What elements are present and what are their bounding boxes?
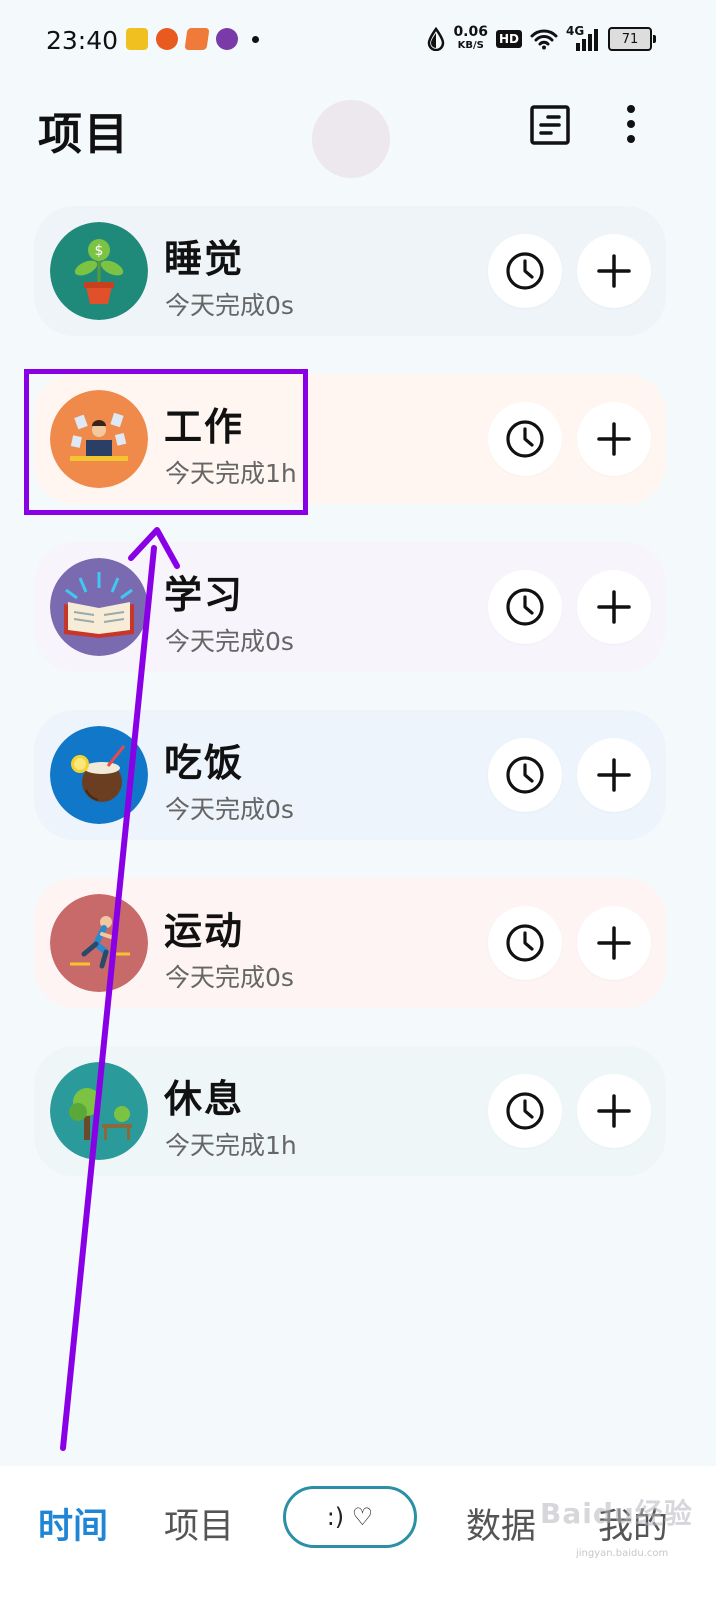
- plus-icon: [597, 590, 631, 624]
- watermark-url: jingyan.baidu.com: [576, 1548, 669, 1559]
- hd-badge: HD: [495, 30, 522, 48]
- report-icon: [530, 105, 570, 145]
- network-speed: 0.06 KB/S: [453, 24, 488, 51]
- sleep-plant-icon: $: [50, 222, 148, 320]
- work-desk-icon: [50, 390, 148, 488]
- project-card-eat[interactable]: 吃饭 今天完成0s: [34, 710, 666, 840]
- start-timer-button[interactable]: [488, 570, 562, 644]
- project-name: 休息: [164, 1077, 245, 1121]
- data-saver-icon: [428, 27, 445, 51]
- start-timer-button[interactable]: [488, 906, 562, 980]
- status-time: 23:40: [46, 26, 119, 55]
- battery-icon: 71: [608, 27, 656, 51]
- watermark-logo: Baidu经验: [540, 1497, 693, 1530]
- more-notifications-dot-icon: [252, 35, 259, 43]
- status-bar: 23:40 0.06 KB/S HD 4G 71: [0, 0, 716, 80]
- add-record-button[interactable]: [577, 402, 651, 476]
- plus-icon: [597, 926, 631, 960]
- page-title: 项目: [38, 109, 130, 160]
- add-record-button[interactable]: [577, 570, 651, 644]
- game-notification-icon: [184, 28, 210, 50]
- project-today-duration: 今天完成0s: [165, 627, 294, 656]
- rest-tree-icon: [50, 1062, 148, 1160]
- report-button[interactable]: [529, 104, 571, 146]
- more-options-button[interactable]: [610, 104, 652, 146]
- project-card-work[interactable]: 工作 今天完成1h: [34, 374, 666, 504]
- notification-icons: [126, 28, 259, 50]
- add-record-button[interactable]: [577, 738, 651, 812]
- bottom-navigation: 时间 项目 :) ♡ 数据 我的: [0, 1466, 716, 1600]
- start-timer-button[interactable]: [488, 738, 562, 812]
- project-today-duration: 今天完成0s: [165, 963, 294, 992]
- clock-icon: [506, 588, 544, 626]
- add-record-button[interactable]: [577, 1074, 651, 1148]
- more-vertical-icon: [627, 105, 635, 143]
- project-card-rest[interactable]: 休息 今天完成1h: [34, 1046, 666, 1176]
- svg-text:$: $: [95, 243, 104, 259]
- project-name: 工作: [164, 405, 245, 449]
- project-card-exercise[interactable]: 运动 今天完成0s: [34, 878, 666, 1008]
- start-timer-button[interactable]: [488, 1074, 562, 1148]
- plus-icon: [597, 758, 631, 792]
- clock-icon: [506, 756, 544, 794]
- project-today-duration: 今天完成1h: [165, 1131, 297, 1160]
- nav-tab-projects[interactable]: 项目: [164, 1498, 234, 1549]
- project-name: 运动: [164, 909, 245, 953]
- plus-icon: [597, 422, 631, 456]
- app-notification-icon: [156, 28, 178, 50]
- app-notification-icon: [126, 28, 148, 50]
- eat-coconut-icon: [50, 726, 148, 824]
- project-name: 吃饭: [164, 741, 245, 785]
- wifi-icon: [530, 29, 558, 50]
- start-timer-button[interactable]: [488, 402, 562, 476]
- avatar-placeholder: [312, 100, 390, 178]
- mood-label: :) ♡: [326, 1503, 374, 1531]
- study-book-icon: [50, 558, 148, 656]
- project-today-duration: 今天完成0s: [165, 291, 294, 320]
- project-today-duration: 今天完成1h: [165, 459, 297, 488]
- mood-button[interactable]: :) ♡: [283, 1486, 417, 1548]
- project-name: 学习: [164, 573, 245, 617]
- app-notification-icon: [216, 28, 238, 50]
- plus-icon: [597, 1094, 631, 1128]
- project-card-study[interactable]: 学习 今天完成0s: [34, 542, 666, 672]
- nav-tab-time[interactable]: 时间: [38, 1498, 108, 1549]
- project-today-duration: 今天完成0s: [165, 795, 294, 824]
- clock-icon: [506, 1092, 544, 1130]
- nav-tab-data[interactable]: 数据: [466, 1498, 536, 1549]
- clock-icon: [506, 924, 544, 962]
- exercise-runner-icon: [50, 894, 148, 992]
- project-name: 睡觉: [164, 237, 245, 281]
- signal-icon: 4G: [566, 24, 600, 51]
- start-timer-button[interactable]: [488, 234, 562, 308]
- clock-icon: [506, 252, 544, 290]
- add-record-button[interactable]: [577, 906, 651, 980]
- project-card-sleep[interactable]: $ 睡觉 今天完成0s: [34, 206, 666, 336]
- clock-icon: [506, 420, 544, 458]
- add-record-button[interactable]: [577, 234, 651, 308]
- system-icons: 0.06 KB/S HD 4G 71: [427, 24, 656, 52]
- plus-icon: [597, 254, 631, 288]
